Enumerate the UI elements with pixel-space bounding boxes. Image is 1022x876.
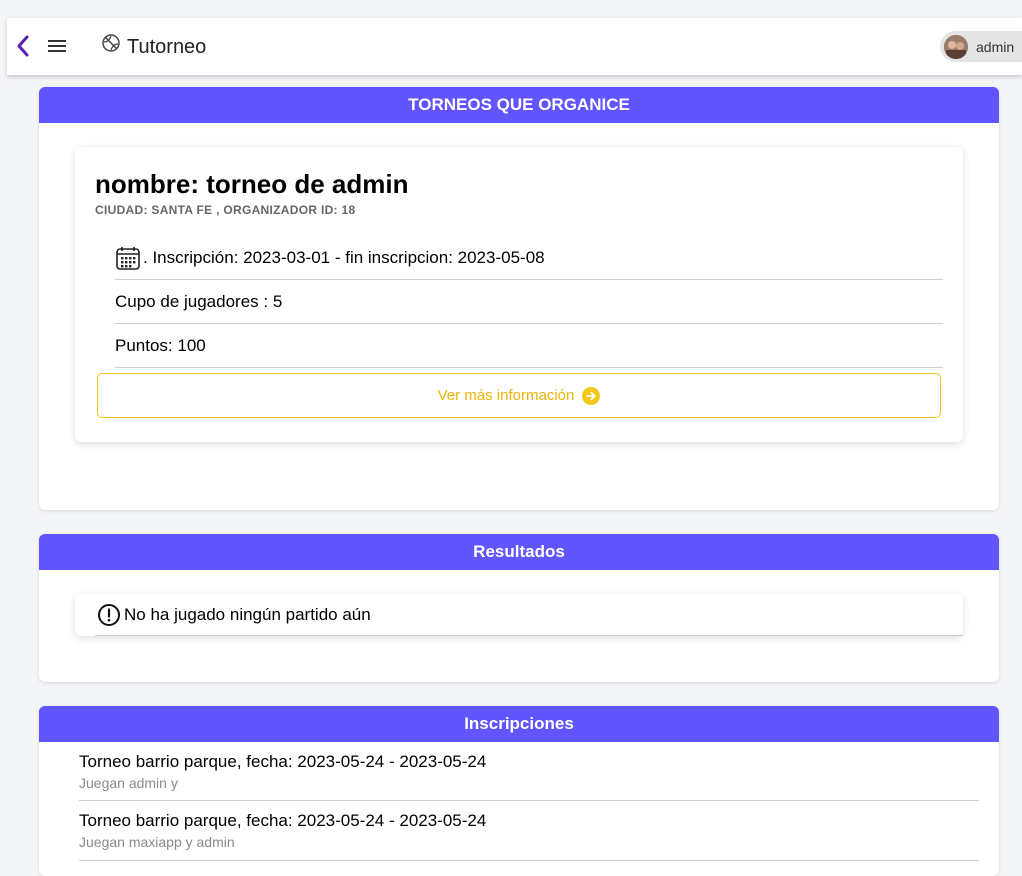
inscriptions-card: Inscripciones Torneo barrio parque, fech… xyxy=(39,706,999,876)
avatar xyxy=(944,34,968,59)
capacity-row: Cupo de jugadores : 5 xyxy=(115,280,943,324)
results-card: Resultados No ha jugado ningún partido a… xyxy=(39,534,999,682)
list-item[interactable]: Torneo barrio parque, fecha: 2023-05-24 … xyxy=(79,801,979,861)
back-button[interactable] xyxy=(13,33,33,59)
app-title: Tutorneo xyxy=(127,36,207,58)
list-item[interactable]: Torneo barrio parque, fecha: 2023-05-24 … xyxy=(79,742,979,801)
inscription-row: . Inscripción: 2023-03-01 - fin inscripc… xyxy=(115,236,943,280)
hamburger-icon xyxy=(48,40,66,52)
inscription-players: Juegan admin y xyxy=(79,775,178,791)
more-info-label: Ver más información xyxy=(437,387,575,404)
results-empty-message: No ha jugado ningún partido aún xyxy=(124,604,371,624)
arrow-forward-circle-icon xyxy=(582,386,601,405)
alert-circle-icon xyxy=(98,603,120,626)
inscription-title: Torneo barrio parque, fecha: 2023-05-24 … xyxy=(79,811,487,830)
section-title: Inscripciones xyxy=(39,706,999,742)
section-title: TORNEOS QUE ORGANICE xyxy=(39,87,999,123)
organized-tournaments-card: TORNEOS QUE ORGANICE nombre: torneo de a… xyxy=(39,87,999,510)
tournament-subtitle: CIUDAD: SANTA FE , ORGANIZADOR ID: 18 xyxy=(95,203,356,217)
tennis-ball-icon xyxy=(102,34,120,52)
tournament-card: nombre: torneo de admin CIUDAD: SANTA FE… xyxy=(75,147,963,442)
app-toolbar: Tutorneo admin xyxy=(7,18,1022,75)
top-strip xyxy=(0,0,1022,18)
more-info-button[interactable]: Ver más información xyxy=(97,373,941,418)
results-empty-card: No ha jugado ningún partido aún xyxy=(75,594,963,636)
points-text: Puntos: 100 xyxy=(115,335,206,355)
inscription-players: Juegan maxiapp y admin xyxy=(79,834,235,850)
tournament-name: nombre: torneo de admin xyxy=(95,169,409,199)
user-chip[interactable]: admin xyxy=(940,31,1022,62)
section-title: Resultados xyxy=(39,534,999,570)
inscription-dates: . Inscripción: 2023-03-01 - fin inscripc… xyxy=(143,247,545,267)
results-empty-row: No ha jugado ningún partido aún xyxy=(95,594,963,636)
calendar-icon xyxy=(116,246,140,270)
points-row: Puntos: 100 xyxy=(115,324,943,368)
chevron-left-icon xyxy=(17,35,29,57)
capacity-text: Cupo de jugadores : 5 xyxy=(115,291,283,311)
menu-button[interactable] xyxy=(45,34,69,58)
user-name: admin xyxy=(976,38,1015,55)
inscription-title: Torneo barrio parque, fecha: 2023-05-24 … xyxy=(79,752,487,771)
